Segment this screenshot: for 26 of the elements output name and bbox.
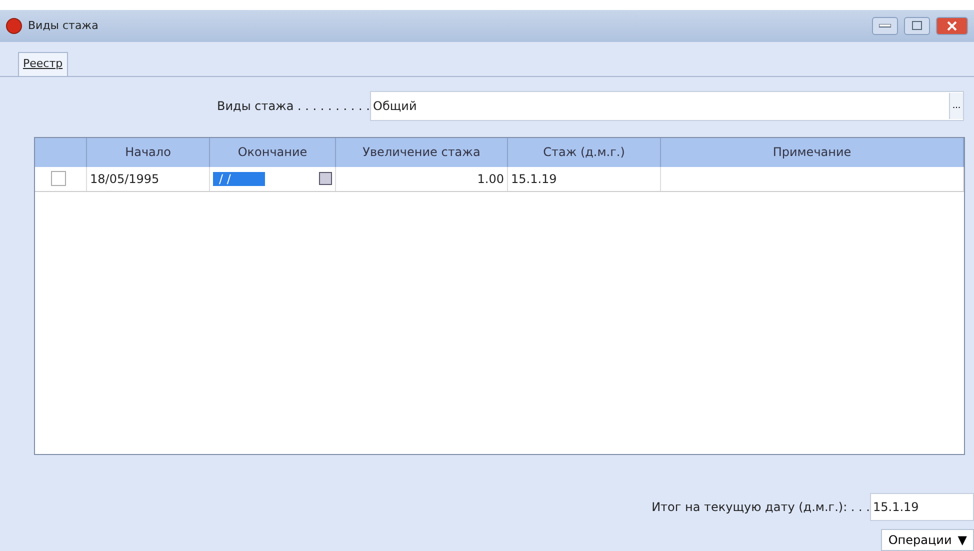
minimize-button[interactable] [872, 16, 898, 35]
maximize-icon [912, 21, 922, 30]
row-checkbox[interactable] [51, 171, 66, 186]
tenure-type-field[interactable]: Общий ... [370, 90, 964, 121]
date-input[interactable]: / / [213, 172, 265, 186]
total-label: Итог на текущую дату (д.м.г.): . . . [652, 500, 870, 514]
tab[interactable]: Реестр [18, 52, 68, 76]
close-icon [947, 20, 957, 31]
maximize-button[interactable] [904, 16, 930, 35]
total-field: 15.1.19 [870, 493, 974, 522]
column-header[interactable]: Увеличение стажа [336, 138, 508, 167]
minimize-icon [879, 24, 891, 28]
field-label: Виды стажа . . . . . . . . . . [216, 98, 370, 113]
table-cell: 15.1.19 [508, 166, 661, 191]
column-header[interactable]: Окончание [210, 138, 336, 167]
table-cell: 1.00 [336, 166, 508, 191]
table-cell: 18/05/1995 [87, 166, 210, 191]
caret-icon: ▼ [958, 533, 967, 548]
column-header[interactable]: Начало [87, 138, 210, 167]
operations-button[interactable]: Операции ▼ [881, 529, 974, 551]
app-icon [6, 18, 22, 34]
column-header[interactable]: Стаж (д.м.г.) [508, 138, 661, 167]
close-button[interactable] [936, 16, 968, 35]
browse-button[interactable]: ... [949, 92, 963, 119]
window-title: Виды стажа [28, 19, 100, 32]
column-header[interactable]: Примечание [661, 138, 964, 167]
